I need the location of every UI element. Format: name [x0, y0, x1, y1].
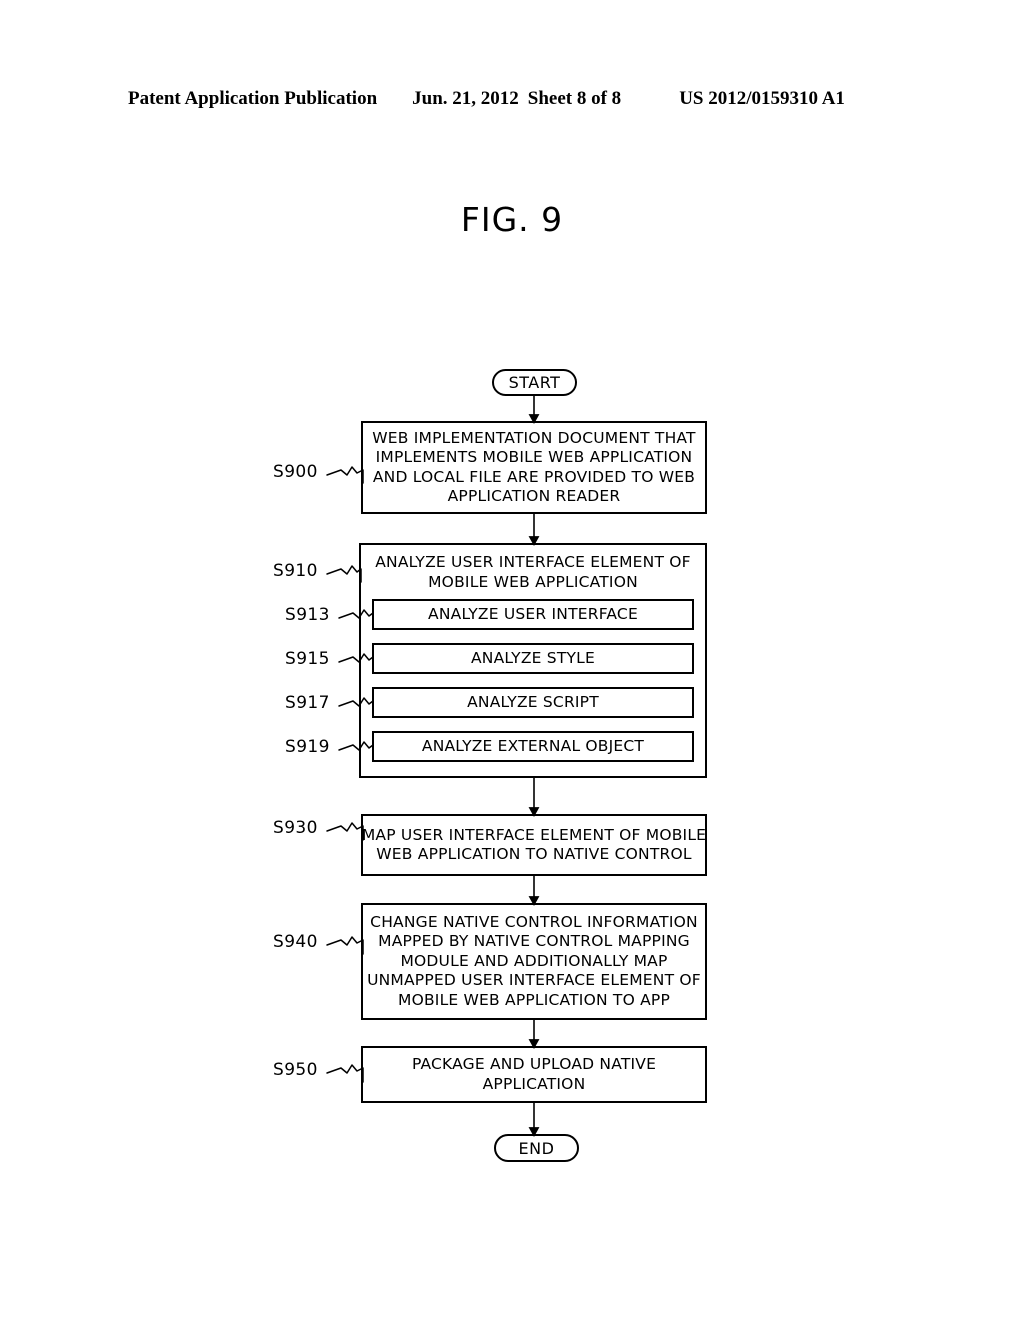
process-box-s915: ANALYZE STYLE [372, 643, 694, 674]
flowchart-diagram: START WEB IMPLEMENTATION DOCUMENT THAT I… [0, 0, 1024, 1320]
step-ref-s950: S950 [273, 1060, 318, 1080]
process-box-s900: WEB IMPLEMENTATION DOCUMENT THAT IMPLEME… [361, 421, 707, 514]
process-box-s910: ANALYZE USER INTERFACE ELEMENT OF MOBILE… [359, 543, 707, 778]
leader-line-s940 [326, 936, 364, 955]
step-ref-s919: S919 [285, 737, 330, 757]
process-box-s950: PACKAGE AND UPLOAD NATIVE APPLICATION [361, 1046, 707, 1103]
s940-line-2: MAPPED BY NATIVE CONTROL MAPPING [378, 932, 690, 951]
s900-line-3: AND LOCAL FILE ARE PROVIDED TO WEB [372, 467, 696, 486]
s930-line-1: MAP USER INTERFACE ELEMENT OF MOBILE [361, 825, 707, 844]
s940-line-5: MOBILE WEB APPLICATION TO APP [398, 990, 670, 1009]
process-box-s940: CHANGE NATIVE CONTROL INFORMATION MAPPED… [361, 903, 707, 1020]
leader-line-s900 [326, 466, 364, 484]
step-ref-s917: S917 [285, 693, 330, 713]
step-ref-s910: S910 [273, 561, 318, 581]
step-ref-s900: S900 [273, 462, 318, 482]
leader-line-s910 [326, 565, 362, 583]
s950-line-2: APPLICATION [482, 1074, 586, 1093]
s910-heading: ANALYZE USER INTERFACE ELEMENT OF MOBILE… [372, 553, 694, 592]
start-terminator: START [492, 369, 577, 396]
s900-line-1: WEB IMPLEMENTATION DOCUMENT THAT [372, 428, 696, 447]
s940-line-1: CHANGE NATIVE CONTROL INFORMATION [370, 912, 698, 931]
s930-line-2: WEB APPLICATION TO NATIVE CONTROL [376, 845, 692, 863]
leader-line-s930 [326, 822, 364, 841]
end-terminator: END [494, 1134, 579, 1162]
step-ref-s915: S915 [285, 649, 330, 669]
leader-line-s950 [326, 1064, 364, 1083]
process-box-s917: ANALYZE SCRIPT [372, 687, 694, 718]
process-box-s919: ANALYZE EXTERNAL OBJECT [372, 731, 694, 762]
step-ref-s930: S930 [273, 818, 318, 838]
step-ref-s913: S913 [285, 605, 330, 625]
s940-line-4: UNMAPPED USER INTERFACE ELEMENT OF [367, 971, 701, 990]
s900-line-4: APPLICATION READER [447, 487, 621, 505]
process-box-s930: MAP USER INTERFACE ELEMENT OF MOBILE WEB… [361, 814, 707, 876]
process-box-s913: ANALYZE USER INTERFACE [372, 599, 694, 630]
s910-line-1: ANALYZE USER INTERFACE ELEMENT OF [375, 553, 691, 571]
s940-line-3: MODULE AND ADDITIONALLY MAP [400, 951, 668, 970]
s900-line-2: IMPLEMENTS MOBILE WEB APPLICATION [375, 448, 693, 466]
step-ref-s940: S940 [273, 932, 318, 952]
s910-line-2: MOBILE WEB APPLICATION [428, 572, 638, 591]
s950-line-1: PACKAGE AND UPLOAD NATIVE [411, 1055, 657, 1073]
